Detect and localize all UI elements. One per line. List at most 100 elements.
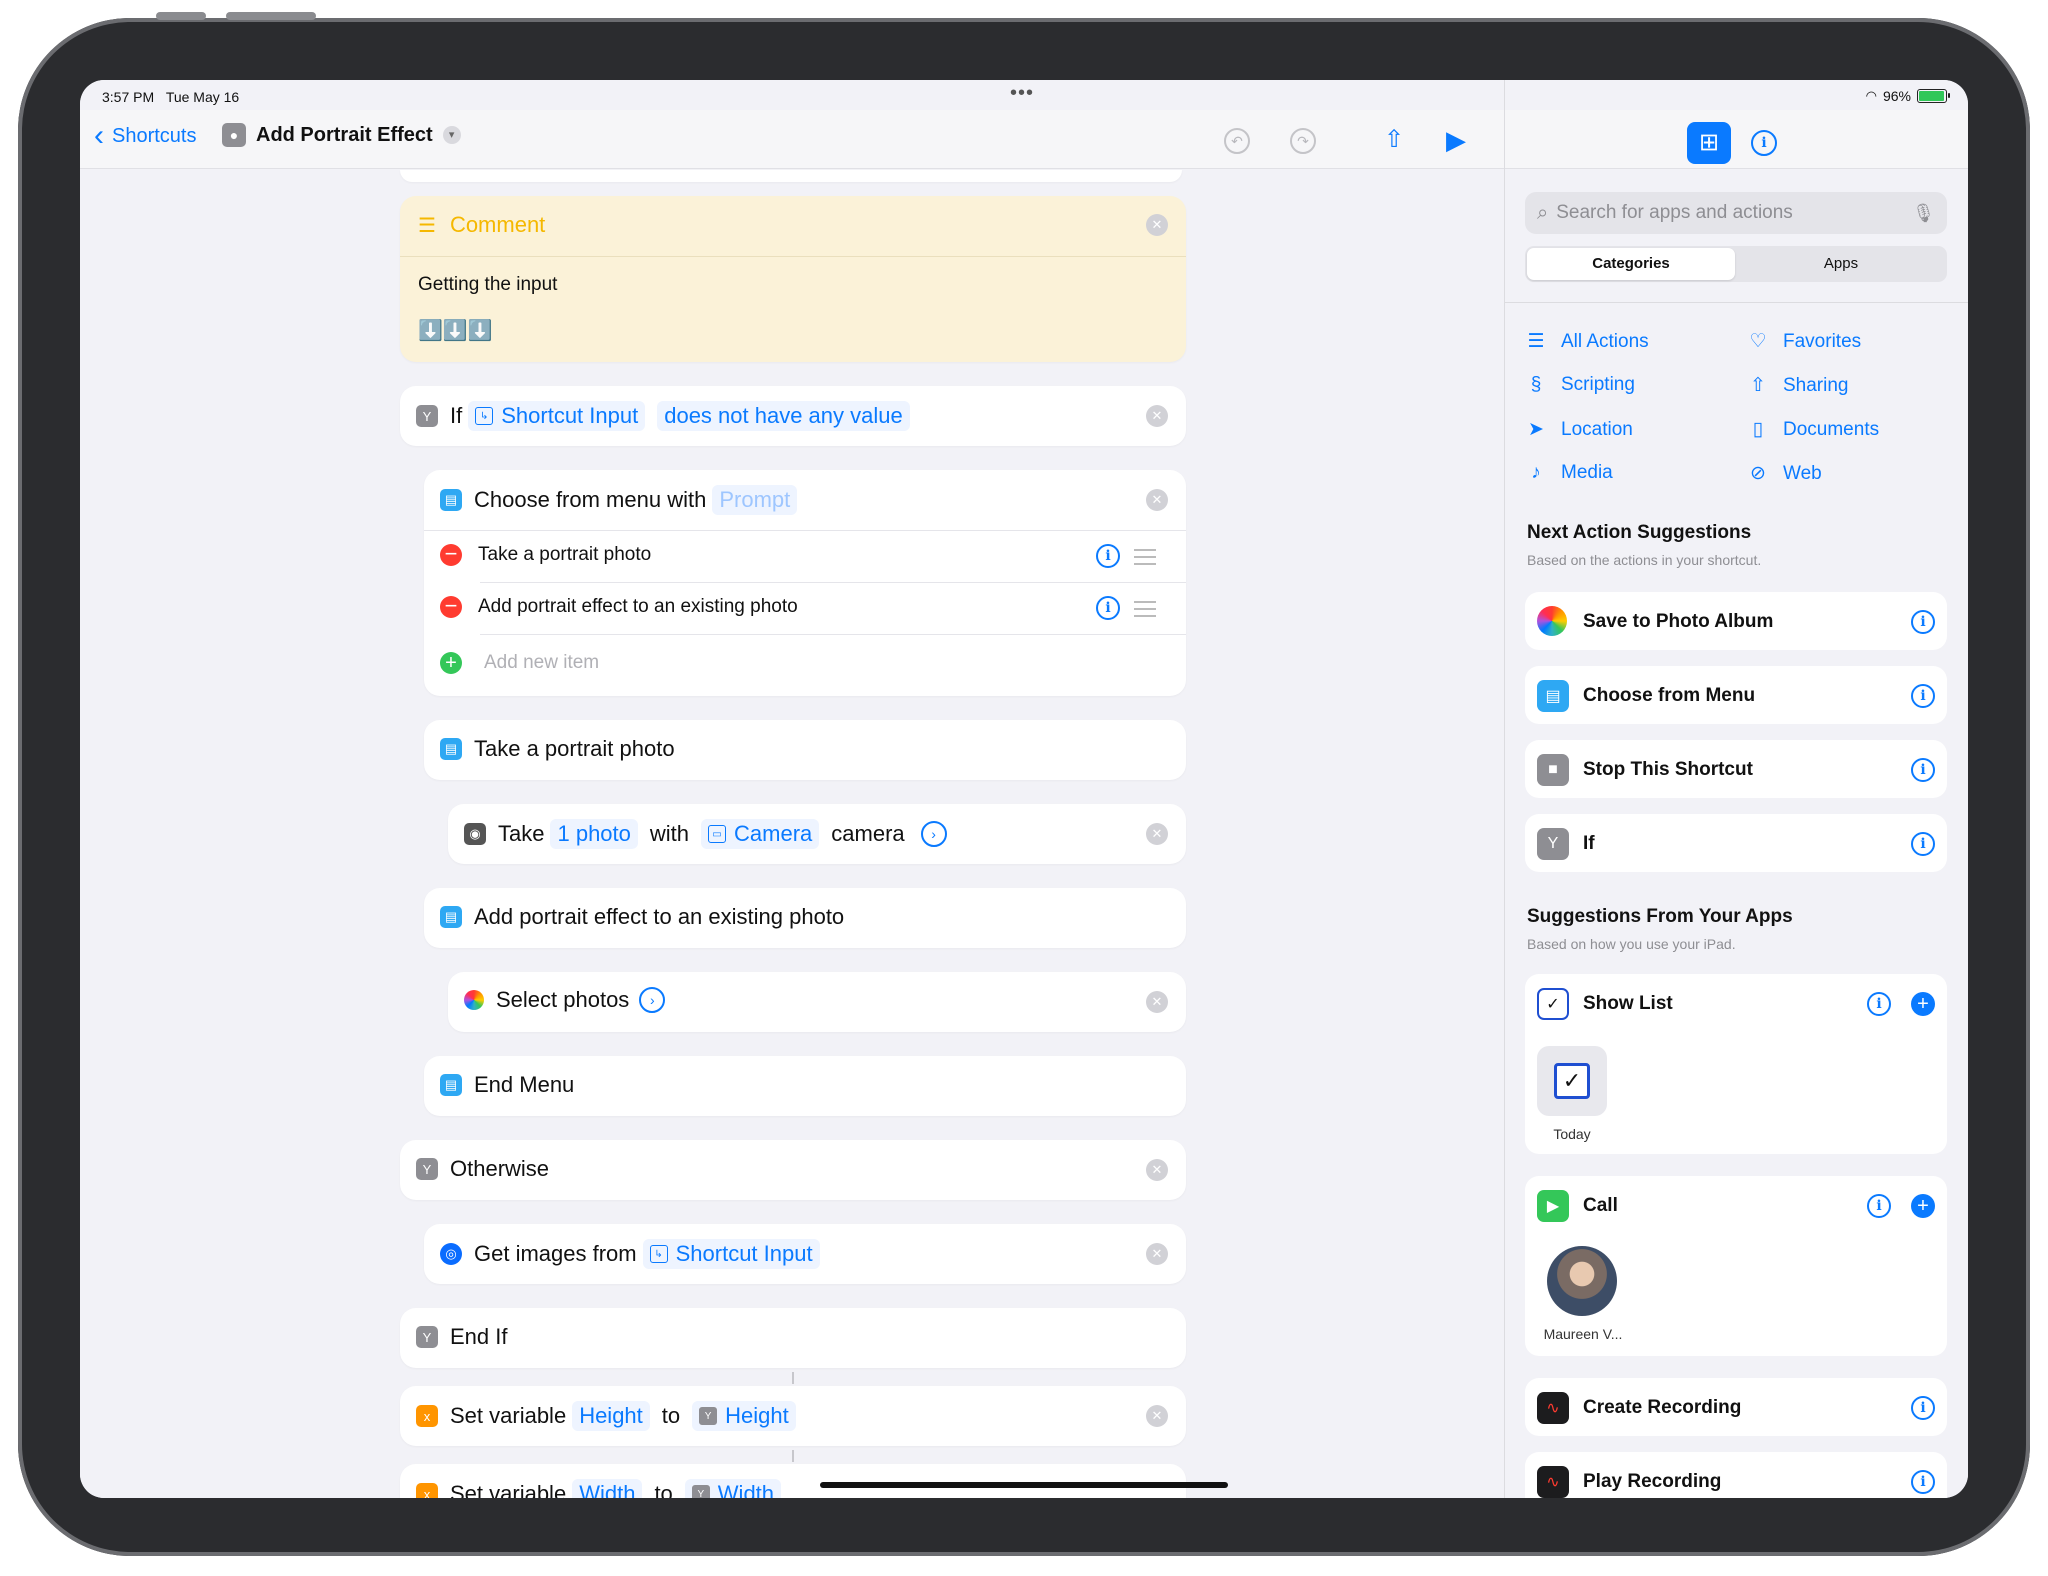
category-documents[interactable]: ▯ Documents (1747, 418, 1879, 441)
info-icon[interactable]: i (1096, 596, 1120, 620)
info-icon[interactable]: i (1911, 1396, 1935, 1420)
category-location[interactable]: ➤ Location (1525, 418, 1633, 441)
connector-line (792, 1372, 794, 1384)
condition-token[interactable]: does not have any value (657, 401, 910, 431)
share-icon[interactable]: ⇧ (1380, 126, 1408, 154)
shortcut-details-icon[interactable]: i (1751, 130, 1777, 156)
menu-case-take-portrait[interactable]: ▤ Take a portrait photo (424, 720, 1186, 780)
to-word: to (661, 1403, 681, 1428)
home-indicator[interactable] (820, 1482, 1228, 1488)
get-images-row: ◎ Get images from ↳ Shortcut Input (440, 1239, 826, 1269)
shortcut-title-menu[interactable]: ● Add Portrait Effect ▾ (222, 123, 461, 147)
get-images-action[interactable]: ◎ Get images from ↳ Shortcut Input ✕ (424, 1224, 1186, 1284)
photo-count-token[interactable]: 1 photo (550, 819, 638, 849)
otherwise-action[interactable]: Y Otherwise ✕ (400, 1140, 1186, 1200)
reorder-handle-icon[interactable] (1134, 549, 1156, 565)
set-variable-label: Set variable (450, 1481, 567, 1498)
select-photos-action[interactable]: Select photos › ✕ (448, 972, 1186, 1032)
multitasking-dots[interactable]: ••• (1010, 82, 1034, 105)
music-note-icon: ♪ (1531, 462, 1541, 483)
suggestion-show-list[interactable]: ✓ Show List i + ✓ Today (1525, 974, 1947, 1154)
redo-icon[interactable]: ↷ (1290, 128, 1316, 154)
prompt-token[interactable]: Prompt (712, 485, 798, 515)
info-icon[interactable]: i (1911, 684, 1935, 708)
suggestion-create-recording[interactable]: ∿ Create Recording i (1525, 1378, 1947, 1436)
set-variable-height-action[interactable]: x Set variable Height to Y Height ✕ (400, 1386, 1186, 1446)
end-if-action[interactable]: Y End If (400, 1308, 1186, 1368)
menu-label: Choose from menu with (474, 487, 707, 512)
action-library-icon[interactable]: ⊞ (1687, 122, 1731, 164)
comment-text[interactable]: Getting the input (418, 274, 557, 296)
battery-percent: 96% (1882, 88, 1911, 104)
suggestion-label: Call (1583, 1195, 1618, 1216)
remove-item-icon[interactable]: − (440, 543, 462, 566)
segment-apps[interactable]: Apps (1737, 255, 1945, 272)
play-icon[interactable]: ▶ (1442, 126, 1470, 154)
back-button[interactable]: ‹ Shortcuts (94, 121, 196, 151)
category-web[interactable]: ⊘ Web (1747, 462, 1822, 485)
remove-action-icon[interactable]: ✕ (1146, 823, 1168, 845)
info-icon[interactable]: i (1867, 992, 1891, 1016)
divider (480, 582, 1186, 583)
shortcut-input-token[interactable]: ↳ Shortcut Input (642, 1239, 820, 1269)
info-icon[interactable]: i (1867, 1194, 1891, 1218)
shortcut-input-token[interactable]: ↳ Shortcut Input (468, 401, 646, 431)
menu-item-label[interactable]: Add portrait effect to an existing photo (478, 596, 798, 618)
remove-action-icon[interactable]: ✕ (1146, 1243, 1168, 1265)
branch-icon: Y (691, 1485, 710, 1498)
category-media[interactable]: ♪ Media (1525, 462, 1613, 484)
remove-action-icon[interactable]: ✕ (1146, 991, 1168, 1013)
menu-icon: ▤ (1537, 680, 1569, 712)
variable-value-token[interactable]: Y Width (684, 1479, 782, 1498)
reorder-handle-icon[interactable] (1134, 601, 1156, 617)
camera-token[interactable]: ▭ Camera (701, 819, 820, 849)
info-icon[interactable]: i (1911, 832, 1935, 856)
remove-item-icon[interactable]: − (440, 595, 462, 618)
suggestion-play-recording[interactable]: ∿ Play Recording i (1525, 1452, 1947, 1498)
variable-name-token[interactable]: Width (572, 1479, 643, 1498)
suggestion-call[interactable]: ▶ Call i + Maureen V... (1525, 1176, 1947, 1356)
remove-action-icon[interactable]: ✕ (1146, 214, 1168, 236)
info-icon[interactable]: i (1911, 758, 1935, 782)
variable-name-token[interactable]: Height (572, 1401, 650, 1431)
suggestion-if[interactable]: Y If i (1525, 814, 1947, 872)
add-icon[interactable]: + (1911, 1194, 1935, 1218)
info-icon[interactable]: i (1911, 1470, 1935, 1494)
segment-categories[interactable]: Categories (1527, 255, 1735, 272)
end-menu-action[interactable]: ▤ End Menu (424, 1056, 1186, 1116)
remove-action-icon[interactable]: ✕ (1146, 1159, 1168, 1181)
list-tile[interactable]: ✓ (1537, 1046, 1607, 1116)
info-icon[interactable]: i (1911, 610, 1935, 634)
add-icon[interactable]: + (1911, 992, 1935, 1016)
remove-action-icon[interactable]: ✕ (1146, 1405, 1168, 1427)
category-sharing[interactable]: ⇧ Sharing (1747, 374, 1848, 397)
variable-value-token[interactable]: Y Height (692, 1401, 796, 1431)
add-item-icon[interactable]: + (440, 652, 462, 674)
otherwise-label: Otherwise (450, 1156, 550, 1181)
menu-item-label[interactable]: Take a portrait photo (478, 544, 651, 566)
set-height-row: x Set variable Height to Y Height (416, 1401, 802, 1431)
category-all-actions[interactable]: ☰ All Actions (1525, 330, 1648, 353)
choose-from-menu-action[interactable]: ▤ Choose from menu with Prompt ✕ − Take … (424, 470, 1186, 696)
if-action[interactable]: Y If ↳ Shortcut Input does not have any v… (400, 386, 1186, 446)
expand-chevron-icon[interactable]: › (920, 821, 947, 847)
set-variable-width-action[interactable]: x Set variable Width to Y Width (400, 1464, 1186, 1498)
remove-action-icon[interactable]: ✕ (1146, 405, 1168, 427)
remove-action-icon[interactable]: ✕ (1146, 489, 1168, 511)
take-photo-action[interactable]: ◉ Take 1 photo with ▭ Camera camera › ✕ (448, 804, 1186, 864)
menu-case-add-portrait[interactable]: ▤ Add portrait effect to an existing pho… (424, 888, 1186, 948)
comment-title: Comment (449, 212, 546, 237)
suggestion-choose-from-menu[interactable]: ▤ Choose from Menu i (1525, 666, 1947, 724)
undo-icon[interactable]: ↶ (1224, 128, 1250, 154)
expand-chevron-icon[interactable]: › (639, 987, 666, 1013)
comment-action[interactable]: ☰ Comment ✕ Getting the input ⬇️⬇️⬇️ (400, 196, 1186, 362)
avatar[interactable] (1547, 1246, 1617, 1316)
suggestion-stop-this-shortcut[interactable]: ■ Stop This Shortcut i (1525, 740, 1947, 798)
suggestion-save-to-photo-album[interactable]: Save to Photo Album i (1525, 592, 1947, 650)
search-field[interactable]: ⌕ Search for apps and actions 🎙︎ (1525, 192, 1947, 234)
info-icon[interactable]: i (1096, 544, 1120, 568)
category-scripting[interactable]: § Scripting (1525, 374, 1635, 396)
microphone-icon[interactable]: 🎙︎ (1912, 203, 1935, 224)
add-new-item-row[interactable]: + Add new item (440, 652, 599, 674)
category-favorites[interactable]: ♡ Favorites (1747, 330, 1861, 353)
